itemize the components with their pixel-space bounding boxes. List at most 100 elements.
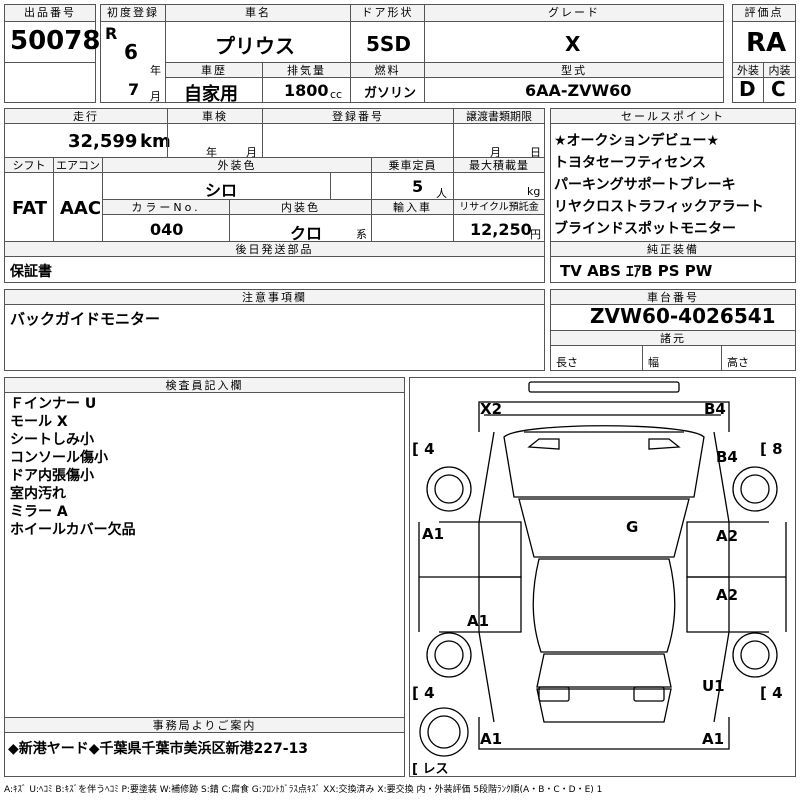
mark-windshield: G: [626, 518, 639, 536]
int-color-header: 内装色: [229, 199, 372, 215]
shift-header: シフト: [4, 157, 54, 173]
reg-no-cell: [262, 123, 454, 158]
inspector-header: 検査員記入欄: [4, 377, 405, 393]
sales-points-box: ★オークションデビュー★ トヨタセーフティセンス パーキングサポートブレーキ リ…: [550, 123, 796, 242]
mark-front-left-corner: X2: [480, 400, 503, 418]
int-color-suffix: 系: [356, 228, 367, 241]
reg-month: 7: [128, 80, 140, 99]
dim-width: 幅: [648, 356, 659, 369]
car-name-header: 車名: [165, 4, 351, 22]
history-header: 車歴: [165, 62, 263, 78]
mileage-header: 走行: [4, 108, 168, 124]
inspector-note: ホイールカバー欠品: [10, 522, 136, 538]
exterior-header: 外装: [732, 62, 764, 78]
notes: バックガイドモニター: [10, 310, 161, 328]
grade-header: グレード: [424, 4, 724, 22]
transfer-header: 譲渡書類期限: [453, 108, 545, 124]
later-parts: 保証書: [10, 264, 52, 280]
grade: X: [565, 32, 581, 56]
import-header: 輸入車: [371, 199, 454, 215]
model-code: 6AA-ZVW60: [525, 81, 632, 100]
interior-header: 内装: [763, 62, 796, 78]
aircon: AAC: [60, 198, 102, 219]
tire-spare: [ レス: [412, 762, 449, 777]
inspection-header: 車検: [167, 108, 263, 124]
mileage: 32,599: [68, 131, 138, 152]
car-name: プリウス: [215, 34, 295, 58]
color-no: 040: [150, 220, 184, 239]
fuel: ガソリン: [364, 86, 417, 101]
mark-left-rear-door: A1: [467, 612, 490, 630]
office-note: ◆新港ヤード◆千葉県千葉市美浜区新港227-13: [8, 741, 309, 757]
first-reg-header: 初度登録: [100, 4, 166, 22]
dims-header: 諸元: [550, 330, 796, 346]
inspector-note: ミラー A: [10, 504, 68, 520]
lot-no-header: 出品番号: [4, 4, 96, 22]
displacement: 1800: [284, 81, 329, 100]
capacity-header: 乗車定員: [371, 157, 454, 173]
ext-color-header: 外装色: [102, 157, 372, 173]
tire-front-right: [ 8: [760, 440, 783, 458]
lot-no: 50078: [10, 26, 101, 56]
score: RA: [746, 28, 787, 58]
inspector-note: モール X: [10, 414, 68, 430]
reg-no-header: 登録番号: [262, 108, 454, 124]
chassis-no: ZVW60-4026541: [590, 304, 776, 328]
door-type: 5SD: [366, 32, 411, 56]
model-code-header: 型式: [424, 62, 724, 78]
mark-front-right-fender: B4: [716, 448, 738, 466]
import-cell: [371, 214, 454, 242]
dim-length: 長さ: [556, 356, 578, 369]
history: 自家用: [184, 84, 238, 105]
tire-front-left: [ 4: [412, 440, 435, 458]
car-body-diagram: [418, 381, 787, 757]
reg-year: 6: [124, 40, 138, 64]
mark-front-right-corner: B4: [704, 400, 726, 418]
sales-point-item: リヤクロストラフィックアラート: [554, 199, 764, 215]
aircon-header: エアコン: [53, 157, 103, 173]
inspector-note: 室内汚れ: [10, 486, 66, 502]
genuine-equip-header: 純正装備: [550, 241, 796, 257]
inspector-note: ドア内張傷小: [10, 468, 94, 484]
reg-year-unit: 年: [150, 64, 161, 77]
notes-header: 注意事項欄: [4, 289, 545, 305]
interior-grade: C: [771, 77, 786, 101]
ext-color: シロ: [205, 181, 238, 200]
capacity: 5: [412, 177, 424, 196]
cc-unit: cc: [330, 88, 343, 101]
door-header: ドア形状: [350, 4, 425, 22]
mark-right-rear-door: A2: [716, 586, 739, 604]
recycle-header: リサイクル預託金: [453, 199, 545, 215]
fuel-header: 燃料: [350, 62, 425, 78]
score-header: 評価点: [732, 4, 796, 22]
reg-era: R: [105, 24, 118, 43]
mark-rear-right: U1: [702, 677, 725, 695]
tire-rear-left: [ 4: [412, 684, 435, 702]
sales-point-item: トヨタセーフティセンス: [554, 155, 707, 171]
mark-right-front-door: A2: [716, 527, 739, 545]
later-parts-header: 後日発送部品: [4, 241, 545, 257]
sales-points-header: セールスポイント: [550, 108, 796, 124]
exterior-grade: D: [739, 77, 756, 101]
inspector-notes-box: Ｆインナー U モール X シートしみ小 コンソール傷小 ドア内張傷小 室内汚れ…: [4, 392, 405, 718]
recycle: 12,250: [470, 220, 532, 239]
ext-color-cell-right: [330, 172, 372, 200]
inspector-note: シートしみ小: [10, 432, 94, 448]
color-no-header: カラーNo.: [102, 199, 230, 215]
shift: FAT: [12, 198, 48, 219]
reg-month-unit: 月: [150, 90, 161, 103]
lot-no-lower-cell: [4, 62, 96, 103]
legend: A:ｷｽﾞ U:ﾍｺﾐ B:ｷｽﾞを伴うﾍｺﾐ P:要塗装 W:補修跡 S:錆 …: [4, 785, 603, 795]
mark-rear-bumper-left: A1: [480, 730, 503, 748]
max-load-header: 最大積載量: [453, 157, 545, 173]
dim-height: 高さ: [727, 356, 749, 369]
mark-rear-bumper-right: A1: [702, 730, 725, 748]
office-header: 事務局よりご案内: [4, 717, 405, 733]
sales-point-item: パーキングサポートブレーキ: [554, 177, 736, 193]
inspector-note: コンソール傷小: [10, 450, 108, 466]
tire-rear-right: [ 4: [760, 684, 783, 702]
sales-point-item: ブラインドスポットモニター: [554, 221, 736, 237]
yen-unit: 円: [530, 228, 541, 241]
displacement-header: 排気量: [262, 62, 351, 78]
sales-point-item: ★オークションデビュー★: [554, 133, 720, 149]
